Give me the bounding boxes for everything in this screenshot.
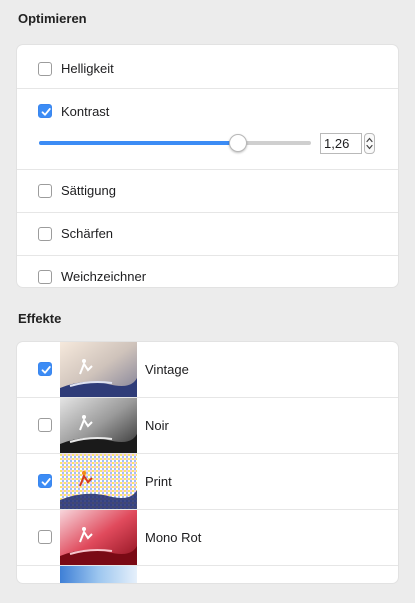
kontrast-checkbox[interactable] bbox=[38, 104, 52, 118]
noir-checkbox[interactable] bbox=[38, 418, 52, 432]
weichzeichner-label: Weichzeichner bbox=[61, 269, 147, 284]
schaerfen-label: Schärfen bbox=[61, 226, 114, 241]
optimize-panel: Helligkeit Kontrast 1,26 Sättigung Schär… bbox=[17, 45, 398, 287]
checkmark-icon bbox=[41, 366, 51, 374]
vintage-label: Vintage bbox=[145, 362, 189, 377]
saettigung-label: Sättigung bbox=[61, 183, 116, 198]
effect-row-vintage[interactable]: Vintage bbox=[17, 342, 398, 398]
helligkeit-checkbox[interactable] bbox=[38, 62, 52, 76]
contrast-stepper[interactable] bbox=[364, 133, 375, 154]
effect-row-mono-rot[interactable]: Mono Rot bbox=[17, 510, 398, 566]
effect-row-noir[interactable]: Noir bbox=[17, 398, 398, 454]
effects-section-title: Effekte bbox=[18, 311, 62, 326]
option-row-schaerfen[interactable]: Schärfen bbox=[17, 213, 398, 256]
optimize-section-title: Optimieren bbox=[18, 11, 87, 26]
kontrast-label: Kontrast bbox=[61, 104, 110, 119]
contrast-slider-knob[interactable] bbox=[228, 134, 247, 152]
noir-thumbnail bbox=[60, 398, 137, 453]
contrast-value-field[interactable]: 1,26 bbox=[320, 133, 362, 154]
mono-rot-label: Mono Rot bbox=[145, 530, 202, 545]
partial-effect-thumbnail bbox=[60, 566, 137, 583]
saettigung-checkbox[interactable] bbox=[38, 184, 52, 198]
helligkeit-label: Helligkeit bbox=[61, 61, 114, 76]
print-thumbnail bbox=[60, 454, 137, 509]
effects-panel: Vintage Noir Print Mono Rot bbox=[17, 342, 398, 583]
option-row-weichzeichner[interactable]: Weichzeichner bbox=[17, 256, 398, 287]
print-checkbox[interactable] bbox=[38, 474, 52, 488]
vintage-checkbox[interactable] bbox=[38, 362, 52, 376]
effect-row-partial[interactable] bbox=[17, 566, 398, 583]
mono-rot-thumbnail bbox=[60, 510, 137, 565]
option-row-kontrast[interactable]: Kontrast bbox=[17, 89, 398, 170]
vintage-thumbnail bbox=[60, 342, 137, 397]
contrast-slider-fill bbox=[39, 141, 238, 145]
weichzeichner-checkbox[interactable] bbox=[38, 270, 52, 284]
checkmark-icon bbox=[41, 108, 51, 116]
noir-label: Noir bbox=[145, 418, 169, 433]
stepper-arrows-icon bbox=[366, 137, 373, 150]
schaerfen-checkbox[interactable] bbox=[38, 227, 52, 241]
mono-rot-checkbox[interactable] bbox=[38, 530, 52, 544]
option-row-helligkeit[interactable]: Helligkeit bbox=[17, 45, 398, 89]
checkmark-icon bbox=[41, 478, 51, 486]
contrast-slider-track[interactable] bbox=[39, 141, 311, 145]
effect-row-print[interactable]: Print bbox=[17, 454, 398, 510]
option-row-saettigung[interactable]: Sättigung bbox=[17, 170, 398, 213]
print-label: Print bbox=[145, 474, 172, 489]
